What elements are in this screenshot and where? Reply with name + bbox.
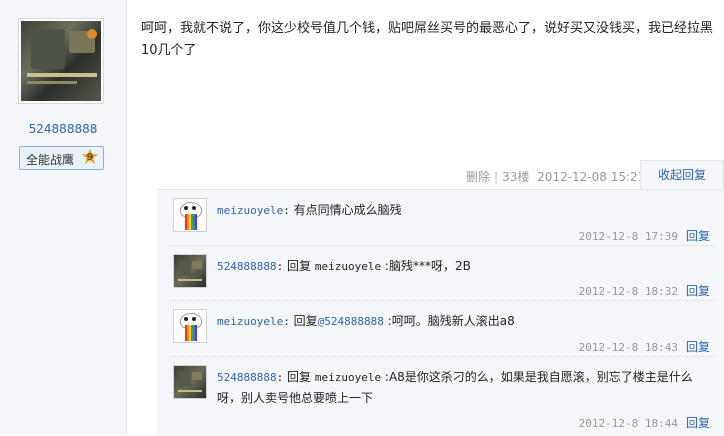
reply-time: 2012-12-8 18:43 <box>578 341 678 354</box>
collapse-reply-button[interactable]: 收起回复 <box>640 160 724 190</box>
reply-time: 2012-12-8 18:44 <box>578 417 678 430</box>
reply-username[interactable]: meizuoyele <box>217 315 283 328</box>
reply-body: :脑残***呀，2B <box>381 259 471 273</box>
reply-target-user[interactable]: @524888888 <box>318 315 384 328</box>
list-item: 524888888: 回复 meizuoyele :脑残***呀，2B 2012… <box>169 246 714 301</box>
list-item: meizuoyele: 有点同情心成么脑残 2012-12-8 17:39 回复 <box>169 190 714 246</box>
reply-meta: 2012-12-8 18:32 回复 <box>579 282 710 299</box>
author-badge[interactable]: 全能战鹰 ★ 9 <box>19 146 104 170</box>
reply-button[interactable]: 回复 <box>686 284 710 298</box>
post-content: 呵呵，我就不说了，你这少校号值几个钱，贴吧屌丝买号的最恶心了，说好买又没钱买，我… <box>141 21 714 58</box>
reply-username[interactable]: 524888888 <box>217 371 277 384</box>
badge-label: 全能战鹰 <box>26 153 75 167</box>
reply-avatar[interactable] <box>173 365 207 399</box>
reply-text: meizuoyele: 回复@524888888 :呵呵。脑残新人滚出a8 <box>217 314 515 328</box>
reply-avatar[interactable] <box>173 309 207 343</box>
list-item: meizuoyele: 回复@524888888 :呵呵。脑残新人滚出a8 20… <box>169 301 714 357</box>
level-star-icon: ★ 9 <box>80 145 100 170</box>
list-item: 524888888: 回复 meizuoyele :A8是你这杀刁的么，如果是我… <box>169 357 714 433</box>
reply-text: 524888888: 回复 meizuoyele :A8是你这杀刁的么，如果是我… <box>217 370 693 405</box>
author-sidebar: 524888888 全能战鹰 ★ 9 <box>0 0 127 435</box>
reply-target-user[interactable]: meizuoyele <box>315 371 381 384</box>
post-timestamp: 2012-12-08 15:21 <box>537 170 646 184</box>
reply-text: meizuoyele: 有点同情心成么脑残 <box>217 203 402 217</box>
reply-target-user[interactable]: meizuoyele <box>315 260 381 273</box>
floor-number: 33楼 <box>502 170 530 184</box>
author-username[interactable]: 524888888 <box>0 122 126 136</box>
reply-meta: 2012-12-8 18:43 回复 <box>579 338 710 355</box>
reply-button[interactable]: 回复 <box>686 229 710 243</box>
reply-avatar[interactable] <box>173 198 207 232</box>
reply-avatar[interactable] <box>173 254 207 288</box>
reply-meta: 2012-12-8 17:39 回复 <box>579 227 710 244</box>
reply-button[interactable]: 回复 <box>686 340 710 354</box>
reply-list: meizuoyele: 有点同情心成么脑残 2012-12-8 17:39 回复 … <box>157 189 724 436</box>
reply-username[interactable]: meizuoyele <box>217 204 283 217</box>
reply-time: 2012-12-8 17:39 <box>578 230 678 243</box>
reply-username[interactable]: 524888888 <box>217 260 277 273</box>
author-avatar[interactable] <box>18 18 104 104</box>
reply-time: 2012-12-8 18:32 <box>578 285 678 298</box>
avatar-image <box>21 21 101 101</box>
reply-text: 524888888: 回复 meizuoyele :脑残***呀，2B <box>217 259 471 273</box>
reply-body: 有点同情心成么脑残 <box>289 203 402 217</box>
delete-link[interactable]: 删除 <box>466 170 490 184</box>
reply-meta: 2012-12-8 18:44 回复 <box>579 414 710 431</box>
reply-body: :呵呵。脑残新人滚出a8 <box>383 314 515 328</box>
badge-level-number: 9 <box>86 152 94 163</box>
post-meta: 删除 | 33楼 2012-12-08 15:21 <box>466 170 646 184</box>
reply-button[interactable]: 回复 <box>686 416 710 430</box>
